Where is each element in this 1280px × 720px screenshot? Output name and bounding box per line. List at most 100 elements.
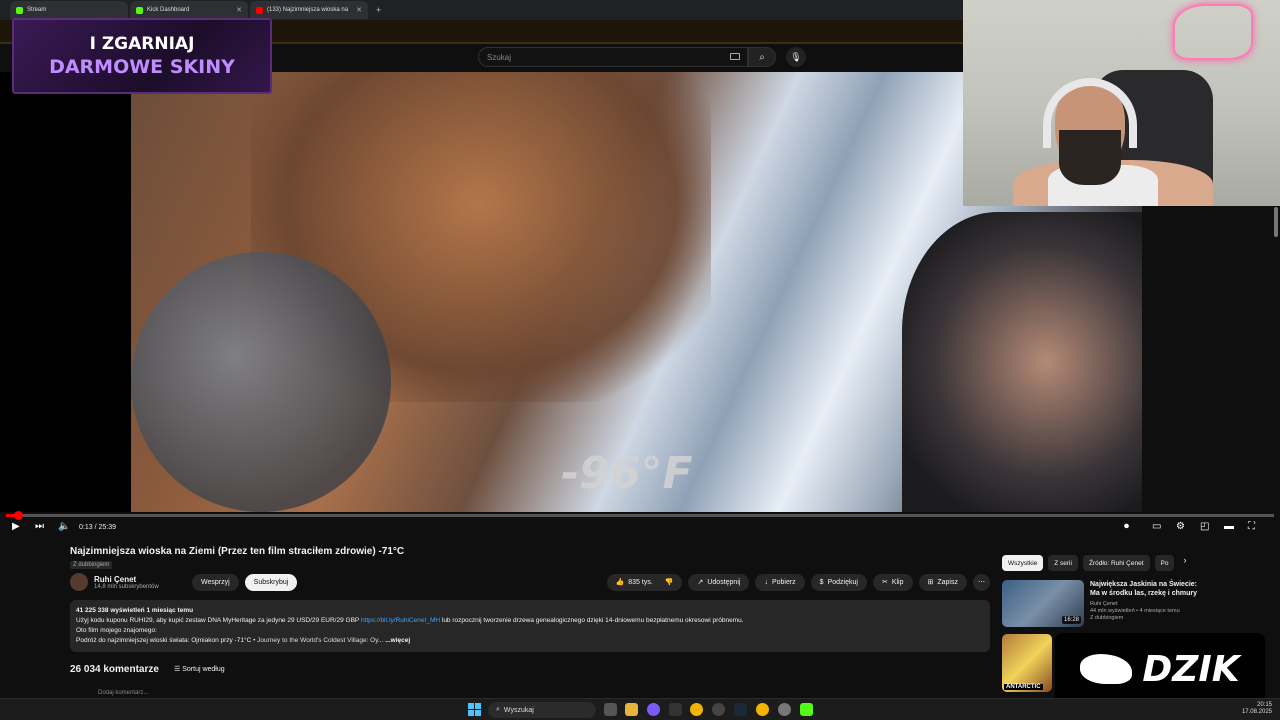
promo-banner: I ZGARNIAJ DARMOWE SKINY xyxy=(12,18,272,94)
new-tab-button[interactable]: + xyxy=(376,5,381,15)
tab-kick-dashboard[interactable]: Kick Dashboard ✕ xyxy=(130,1,248,19)
close-icon[interactable]: ✕ xyxy=(236,6,242,14)
rec-title[interactable]: Największa Jaskinia na Świecie: Ma w śro… xyxy=(1090,580,1205,598)
tab-youtube[interactable]: (133) Najzimniejsza wioska na ✕ xyxy=(250,1,368,19)
file-explorer-icon[interactable] xyxy=(625,703,638,716)
close-icon[interactable]: ✕ xyxy=(356,6,362,14)
chip-source[interactable]: Źródło: Ruhi Çenet xyxy=(1082,555,1150,571)
views-line: 41 225 338 wyświetleń 1 miesiąc temu xyxy=(76,607,194,614)
dzik-logo: DZIK xyxy=(1055,633,1265,705)
progress-bar[interactable] xyxy=(6,511,1274,520)
obs-icon[interactable] xyxy=(712,703,725,716)
share-label: Udostępnij xyxy=(707,578,741,586)
video-overlay-temperature: -96°F xyxy=(561,448,693,499)
rec-info: Największa Jaskinia na Świecie: Ma w śro… xyxy=(1090,580,1205,630)
app-icon[interactable] xyxy=(669,703,682,716)
clock-date: 17.08.2025 xyxy=(1241,709,1272,715)
video-title: Najzimniejsza wioska na Ziemi (Przez ten… xyxy=(70,546,405,557)
chrome-icon[interactable] xyxy=(690,703,703,716)
keyboard-icon[interactable] xyxy=(730,53,740,60)
chip-series[interactable]: Z serii xyxy=(1048,555,1078,571)
download-button[interactable]: ↓ Pobierz xyxy=(755,573,805,591)
subscribe-button[interactable]: Subskrybuj xyxy=(244,573,298,591)
rec-channel: Ruhi Çenet xyxy=(1090,601,1118,607)
fullscreen-icon[interactable]: ⛶ xyxy=(1248,521,1255,532)
system-clock[interactable]: 20:15 17.08.2025 xyxy=(1242,702,1272,716)
search-button[interactable]: ⌕ xyxy=(748,47,776,67)
scrollbar[interactable] xyxy=(1274,207,1278,237)
browser-tabbar: Stream Kick Dashboard ✕ (133) Najzimniej… xyxy=(0,0,963,20)
settings-icon[interactable]: ⚙ xyxy=(1176,521,1185,532)
download-icon: ↓ xyxy=(764,578,768,586)
chip-more[interactable]: Po xyxy=(1154,555,1175,571)
comments-count: 26 034 komentarze xyxy=(70,664,159,675)
subtitles-icon[interactable]: ▭ xyxy=(1152,521,1161,532)
steam-icon[interactable] xyxy=(734,703,747,716)
promo-line1: I ZGARNIAJ xyxy=(89,34,195,54)
windows-start-icon[interactable] xyxy=(468,703,481,716)
video-thumbnail[interactable]: ANTARCTIC xyxy=(1002,634,1052,692)
taskbar-search-label: Wyszukaj xyxy=(503,706,534,714)
desc-text: lub rozpocznij tworzenie drzewa genealog… xyxy=(440,617,744,624)
description-box[interactable]: 41 225 338 wyświetleń 1 miesiąc temu Uży… xyxy=(70,600,990,652)
add-comment-input[interactable]: Dodaj komentarz... xyxy=(98,690,148,696)
more-link[interactable]: ...więcej xyxy=(385,637,410,644)
clip-button[interactable]: ✂ Klip xyxy=(872,573,913,591)
like-button[interactable]: 👍 835 tys. 👎 xyxy=(606,573,683,591)
next-icon[interactable]: ⏭ xyxy=(35,521,44,532)
autoplay-toggle[interactable]: ⏺ xyxy=(1124,521,1129,532)
share-button[interactable]: ↗ Udostępnij xyxy=(688,573,750,591)
tab-label: Stream xyxy=(27,7,47,13)
more-button[interactable]: ⋯ xyxy=(973,573,990,591)
desc-text: Podróż do najzimniejszej wioski świata: … xyxy=(76,637,252,644)
avatar[interactable] xyxy=(70,573,88,591)
save-button[interactable]: ⊞ Zapisz xyxy=(918,573,967,591)
miniplayer-icon[interactable]: ◰ xyxy=(1200,521,1209,532)
video-meta: Najzimniejsza wioska na Ziemi (Przez ten… xyxy=(70,546,990,696)
search-input[interactable]: Szukaj xyxy=(478,47,748,67)
play-icon[interactable]: ▶ xyxy=(12,521,20,532)
channel-name[interactable]: Ruhi Çenet xyxy=(94,575,186,584)
channel-subs: 14,8 mln subskrybentów xyxy=(94,583,159,590)
dubbing-badge: Z dubbingiem xyxy=(70,561,113,569)
search-placeholder: Szukaj xyxy=(487,52,512,62)
chrome-icon[interactable] xyxy=(756,703,769,716)
thumbs-up-icon: 👍 xyxy=(615,579,625,586)
desc-link[interactable]: https://bit.ly/RuhiCenet_MH xyxy=(361,617,440,624)
dzik-wordmark: DZIK xyxy=(1142,648,1240,690)
taskbar-search[interactable]: ⌕ Wyszukaj xyxy=(488,702,596,718)
time-display: 0:13 / 25:39 xyxy=(79,524,116,531)
sort-icon: ☰ xyxy=(174,666,183,673)
support-button[interactable]: Wesprzyj xyxy=(192,573,239,591)
thumbs-down-icon[interactable]: 👎 xyxy=(665,578,674,586)
video-frame-person xyxy=(902,212,1142,512)
desc-line1: Użyj kodu kuponu RUHI29, aby kupić zesta… xyxy=(76,616,984,626)
theater-icon[interactable]: ▬ xyxy=(1224,521,1234,532)
channel-info: Ruhi Çenet 14,8 mln subskrybentów xyxy=(94,575,186,590)
neon-bull-sign xyxy=(1173,4,1253,60)
share-icon: ↗ xyxy=(697,579,704,586)
tab-label: (133) Najzimniejsza wioska na xyxy=(267,7,349,13)
video-thumbnail[interactable]: 16:28 xyxy=(1002,580,1084,627)
tab-label: Kick Dashboard xyxy=(147,7,190,13)
kick-icon xyxy=(136,6,143,14)
thanks-button[interactable]: $ Podziękuj xyxy=(810,573,867,591)
volume-icon[interactable]: 🔈 xyxy=(58,521,70,532)
thumbnail-label: ANTARCTIC xyxy=(1004,684,1043,690)
more-icon: ⋯ xyxy=(978,579,985,586)
letterbox-right xyxy=(1142,206,1280,512)
task-view-icon[interactable] xyxy=(604,703,617,716)
chip-all[interactable]: Wszystkie xyxy=(1002,555,1044,571)
kick-icon[interactable] xyxy=(800,703,813,716)
sort-button[interactable]: ☰ Sortuj według xyxy=(174,665,225,673)
app-icon[interactable] xyxy=(778,703,791,716)
tab-stream[interactable]: Stream xyxy=(10,1,128,19)
list-item[interactable]: 16:28 Największa Jaskinia na Świecie: Ma… xyxy=(1002,580,1272,630)
discord-icon[interactable] xyxy=(647,703,660,716)
search-icon: ⌕ xyxy=(496,706,500,713)
mic-button[interactable]: 🎙 xyxy=(786,47,806,67)
player-controls: ▶ ⏭ 🔈 0:13 / 25:39 ⏺ ▭ ⚙ ◰ ▬ ⛶ xyxy=(0,518,1280,538)
video-link[interactable]: • Journey to the World's Coldest Village… xyxy=(253,637,383,644)
duration-badge: 16:28 xyxy=(1061,616,1081,624)
chevron-right-icon[interactable]: › xyxy=(1183,555,1186,571)
